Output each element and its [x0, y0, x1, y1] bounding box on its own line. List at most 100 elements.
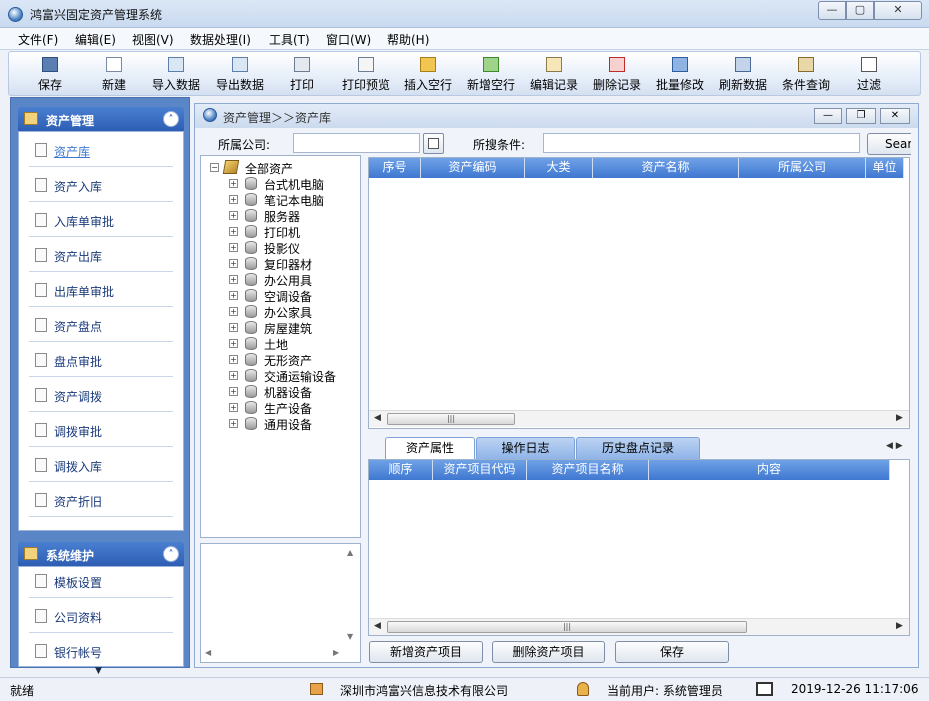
- tree-node[interactable]: + 通用设备: [201, 416, 359, 432]
- collapse-icon[interactable]: ˄: [163, 111, 179, 127]
- tree-node[interactable]: + 服务器: [201, 208, 359, 224]
- column-header[interactable]: 所属公司: [739, 158, 866, 178]
- nav-item-asset-library[interactable]: 资产库: [19, 132, 183, 167]
- tab-operation-log[interactable]: 操作日志: [476, 437, 575, 459]
- menu-data[interactable]: 数据处理(I): [190, 31, 251, 48]
- expand-icon[interactable]: +: [229, 355, 238, 364]
- add-row-button[interactable]: 新增空行: [465, 52, 517, 96]
- minimize-button[interactable]: —: [818, 1, 846, 20]
- expand-icon[interactable]: +: [229, 307, 238, 316]
- nav-item-asset-outbound[interactable]: 资产出库: [19, 237, 183, 272]
- tree-node[interactable]: + 办公家具: [201, 304, 359, 320]
- refresh-button[interactable]: 刷新数据: [717, 52, 769, 96]
- menu-edit[interactable]: 编辑(E): [75, 31, 116, 48]
- inner-restore-button[interactable]: ❐: [846, 108, 876, 124]
- filter-button[interactable]: 过滤: [855, 52, 883, 96]
- expand-icon[interactable]: +: [229, 259, 238, 268]
- new-button[interactable]: 新建: [97, 52, 131, 96]
- print-button[interactable]: 打印: [289, 52, 315, 96]
- conditional-query-button[interactable]: 条件查询: [780, 52, 832, 96]
- company-input[interactable]: [293, 133, 420, 153]
- system-maintenance-panel-header[interactable]: 系统维护 ˄: [18, 542, 184, 566]
- tree-node[interactable]: + 办公用具: [201, 272, 359, 288]
- delete-asset-item-button[interactable]: 删除资产项目: [492, 641, 605, 663]
- company-picker-button[interactable]: [423, 133, 444, 154]
- insert-row-button[interactable]: 插入空行: [402, 52, 454, 96]
- tree-node[interactable]: + 生产设备: [201, 400, 359, 416]
- nav-item-bank-account[interactable]: 银行帐号: [19, 633, 183, 666]
- expand-icon[interactable]: +: [229, 323, 238, 332]
- batch-edit-button[interactable]: 批量修改: [654, 52, 706, 96]
- menu-tools[interactable]: 工具(T): [269, 31, 310, 48]
- tree-node[interactable]: + 笔记本电脑: [201, 192, 359, 208]
- save-tool-button[interactable]: 保存: [35, 52, 65, 96]
- inner-minimize-button[interactable]: —: [814, 108, 842, 124]
- nav-item-asset-inbound[interactable]: 资产入库: [19, 167, 183, 202]
- tab-scroll-arrows[interactable]: ◀ ▶: [886, 441, 903, 451]
- collapse-icon[interactable]: ˄: [163, 546, 179, 562]
- tree-node[interactable]: + 复印器材: [201, 256, 359, 272]
- menu-help[interactable]: 帮助(H): [387, 31, 429, 48]
- edit-record-button[interactable]: 编辑记录: [528, 52, 580, 96]
- column-header[interactable]: 单位: [866, 158, 904, 178]
- search-button[interactable]: Search: [867, 133, 911, 155]
- nav-item-outbound-approval[interactable]: 出库单审批: [19, 272, 183, 307]
- print-preview-button[interactable]: 打印预览: [340, 52, 392, 96]
- delete-record-button[interactable]: 删除记录: [591, 52, 643, 96]
- tab-inventory-history[interactable]: 历史盘点记录: [576, 437, 700, 459]
- tree-node-root[interactable]: − 全部资产: [201, 160, 359, 176]
- menu-window[interactable]: 窗口(W): [326, 31, 371, 48]
- horizontal-scrollbar[interactable]: ◀ ||| ▶: [369, 618, 909, 635]
- close-button[interactable]: ✕: [874, 1, 922, 20]
- expand-icon[interactable]: +: [229, 179, 238, 188]
- export-data-button[interactable]: 导出数据: [214, 52, 266, 96]
- save-button[interactable]: 保存: [615, 641, 729, 663]
- tree-node[interactable]: + 投影仪: [201, 240, 359, 256]
- nav-item-template-settings[interactable]: 模板设置: [19, 567, 183, 598]
- column-header[interactable]: 资产项目名称: [527, 460, 649, 480]
- scroll-down-icon[interactable]: ▼: [95, 666, 102, 676]
- horizontal-scrollbar[interactable]: ◀ ||| ▶: [369, 410, 909, 427]
- scrollbar-thumb[interactable]: |||: [387, 621, 747, 633]
- scroll-left-icon[interactable]: ◀: [205, 648, 211, 657]
- expand-icon[interactable]: +: [229, 275, 238, 284]
- tree-node[interactable]: + 台式机电脑: [201, 176, 359, 192]
- add-asset-item-button[interactable]: 新增资产项目: [369, 641, 483, 663]
- nav-item-inbound-approval[interactable]: 入库单审批: [19, 202, 183, 237]
- nav-item-asset-inventory[interactable]: 资产盘点: [19, 307, 183, 342]
- nav-item-company-info[interactable]: 公司资料: [19, 598, 183, 633]
- column-header[interactable]: 序号: [369, 158, 421, 178]
- expand-icon[interactable]: +: [229, 371, 238, 380]
- tree-node[interactable]: + 空调设备: [201, 288, 359, 304]
- asset-management-panel-header[interactable]: 资产管理 ˄: [18, 107, 184, 131]
- expand-icon[interactable]: +: [229, 211, 238, 220]
- column-header[interactable]: 资产项目代码: [433, 460, 527, 480]
- scroll-up-icon[interactable]: ▲: [347, 548, 353, 557]
- scroll-right-icon[interactable]: ▶: [333, 648, 339, 657]
- column-header[interactable]: 大类: [525, 158, 593, 178]
- scroll-right-icon[interactable]: ▶: [896, 621, 903, 631]
- import-data-button[interactable]: 导入数据: [150, 52, 202, 96]
- tree-node[interactable]: + 土地: [201, 336, 359, 352]
- scrollbar-thumb[interactable]: |||: [387, 413, 515, 425]
- menu-view[interactable]: 视图(V): [132, 31, 174, 48]
- nav-item-transfer-approval[interactable]: 调拨审批: [19, 412, 183, 447]
- column-header[interactable]: 内容: [649, 460, 890, 480]
- resize-grip-icon[interactable]: ⋱: [906, 686, 915, 696]
- scroll-left-icon[interactable]: ◀: [374, 621, 381, 631]
- scroll-right-icon[interactable]: ▶: [896, 413, 903, 423]
- expand-icon[interactable]: +: [229, 419, 238, 428]
- tree-node[interactable]: + 无形资产: [201, 352, 359, 368]
- expand-icon[interactable]: +: [229, 339, 238, 348]
- tree-node[interactable]: + 房屋建筑: [201, 320, 359, 336]
- tab-asset-properties[interactable]: 资产属性: [385, 437, 475, 460]
- column-header[interactable]: 资产名称: [593, 158, 739, 178]
- nav-item-asset-depreciation[interactable]: 资产折旧: [19, 482, 183, 517]
- expand-icon[interactable]: +: [229, 291, 238, 300]
- menu-file[interactable]: 文件(F): [18, 31, 58, 48]
- nav-item-transfer-inbound[interactable]: 调拨入库: [19, 447, 183, 482]
- expand-icon[interactable]: +: [229, 195, 238, 204]
- nav-item-asset-transfer[interactable]: 资产调拨: [19, 377, 183, 412]
- tree-node[interactable]: + 交通运输设备: [201, 368, 359, 384]
- scroll-left-icon[interactable]: ◀: [374, 413, 381, 423]
